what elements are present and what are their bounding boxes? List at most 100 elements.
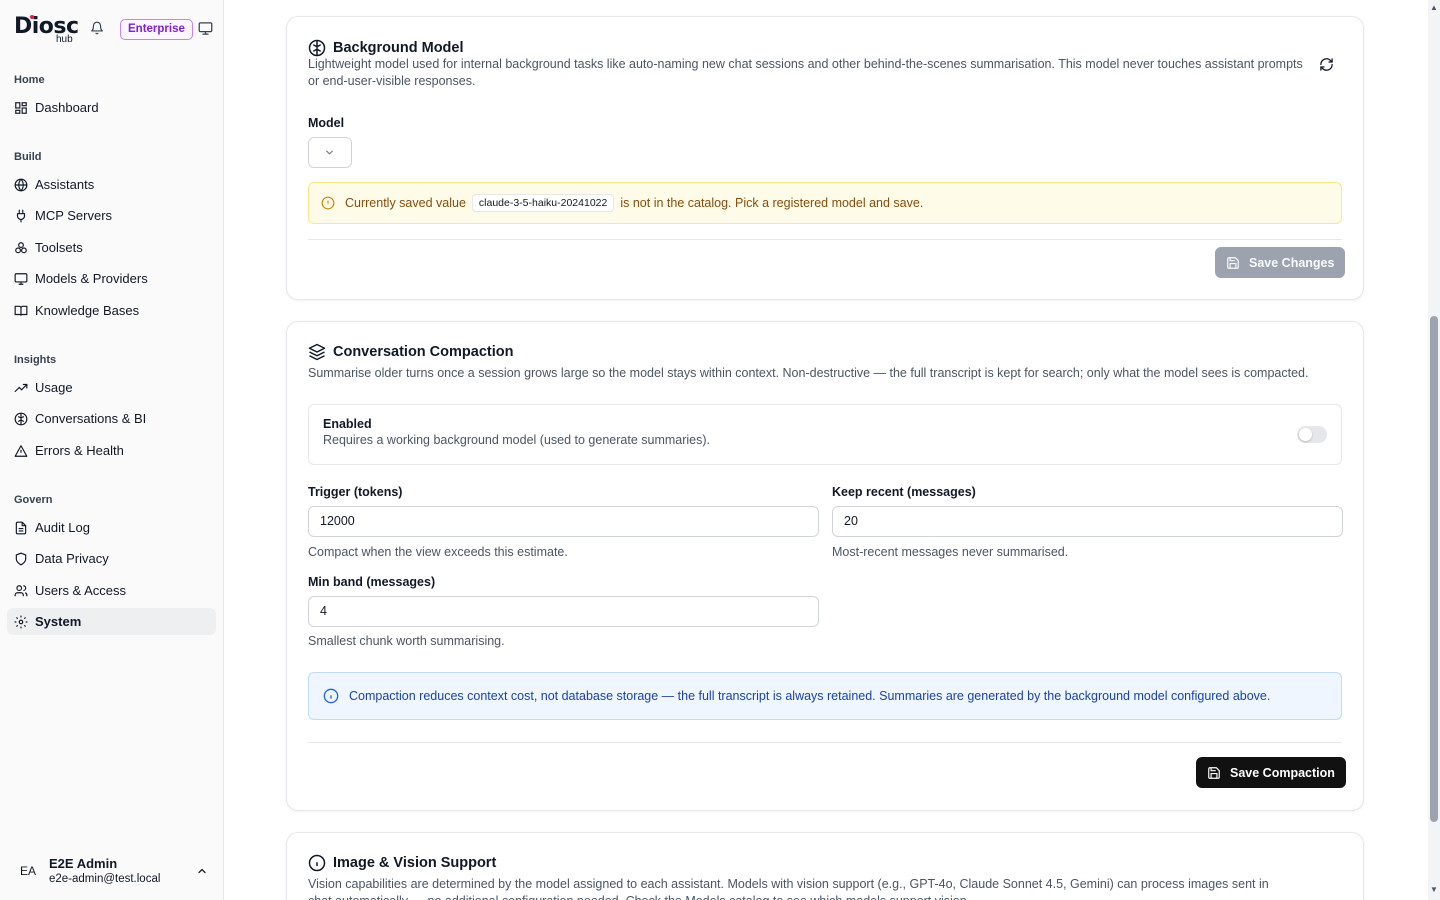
dashboard-icon [14,101,28,115]
divider [308,239,1342,240]
compaction-description: Summarise older turns once a session gro… [308,366,1309,380]
save-compaction-button[interactable]: Save Compaction [1196,757,1346,788]
bell-icon[interactable] [90,21,108,39]
keep-label: Keep recent (messages) [832,485,976,499]
enabled-setting: Enabled Requires a working background mo… [308,404,1342,465]
card-title-text: Image & Vision Support [333,855,497,871]
info-circle-icon [321,196,335,210]
sidebar-item-label: Usage [35,380,73,395]
sidebar-item-usage[interactable]: Usage [7,374,216,401]
tools-icon [14,241,28,255]
nav-group-insights: Insights [14,354,57,366]
save-compaction-label: Save Compaction [1230,765,1335,780]
user-menu[interactable]: EA E2E Admin e2e-admin@test.local [8,848,216,894]
save-icon [1226,256,1240,270]
nav-group-build: Build [14,151,42,163]
plug-icon [14,209,28,223]
enabled-label: Enabled [323,417,372,431]
saved-model-code: claude-3-5-haiku-20241022 [471,194,615,212]
trigger-help: Compact when the view exceeds this estim… [308,545,568,559]
sidebar-item-knowledge-bases[interactable]: Knowledge Bases [7,297,216,324]
save-icon [1207,766,1221,780]
brand-dot [30,15,34,19]
toggle-knob [1299,428,1312,441]
info-icon [308,854,326,872]
warning-icon [14,444,28,458]
book-icon [14,304,28,318]
sidebar-item-data-privacy[interactable]: Data Privacy [7,545,216,572]
trend-icon [14,381,28,395]
sidebar-item-label: Dashboard [35,100,99,115]
sidebar-item-dashboard[interactable]: Dashboard [7,94,216,121]
nav-group-govern: Govern [14,494,53,506]
monitor-icon[interactable] [198,21,216,39]
chevron-up-icon [196,865,208,877]
user-email: e2e-admin@test.local [49,873,161,885]
info-icon [323,688,339,704]
file-icon [14,521,28,535]
sidebar-item-models-providers[interactable]: Models & Providers [7,265,216,292]
sidebar-item-label: System [35,614,82,629]
compaction-card: Conversation Compaction Summarise older … [286,321,1364,811]
user-name: E2E Admin [49,856,118,871]
save-changes-button[interactable]: Save Changes [1215,247,1346,278]
sidebar-item-conversations-bi[interactable]: Conversations & BI [7,405,216,432]
sidebar-item-label: Toolsets [35,240,83,255]
background-model-title: Background Model [308,39,464,57]
band-input[interactable]: 4 [308,596,819,627]
sidebar-item-label: Errors & Health [35,443,124,458]
sidebar-item-label: Audit Log [35,520,90,535]
enterprise-badge: Enterprise [120,19,193,40]
sidebar-item-mcp-servers[interactable]: MCP Servers [7,202,216,229]
users-icon [14,584,28,598]
warning-prefix: Currently saved value [345,196,466,210]
trigger-label: Trigger (tokens) [308,485,403,499]
sidebar-item-assistants[interactable]: Assistants [7,171,216,198]
scroll-up-arrow[interactable]: ▲ [1430,3,1438,12]
sidebar-item-label: Knowledge Bases [35,303,140,318]
sidebar-item-label: Assistants [35,177,95,192]
scrollbar[interactable]: ▲ ▼ [1428,0,1440,900]
trigger-input[interactable]: 12000 [308,506,819,537]
sidebar-item-errors-health[interactable]: Errors & Health [7,437,216,464]
sidebar: Diosc hub Enterprise Home Dashboard Buil… [0,0,224,900]
sidebar-item-system[interactable]: System [7,608,216,635]
card-title-text: Background Model [333,40,464,56]
vision-title: Image & Vision Support [308,854,496,872]
gear-icon [14,615,28,629]
keep-input[interactable]: 20 [832,506,1343,537]
sidebar-item-label: Data Privacy [35,551,109,566]
background-model-description: Lightweight model used for internal back… [308,57,1303,88]
nav-group-home: Home [14,74,45,86]
vision-card: Image & Vision Support Vision capabiliti… [286,832,1364,900]
brand-logo[interactable]: Diosc hub [14,14,84,46]
warning-suffix: is not in the catalog. Pick a registered… [620,196,924,210]
model-select[interactable] [308,137,352,168]
enabled-help: Requires a working background model (use… [323,433,710,447]
sidebar-item-label: Models & Providers [35,271,148,286]
scroll-down-arrow[interactable]: ▼ [1430,885,1438,894]
card-title-text: Conversation Compaction [333,344,514,360]
sidebar-item-label: Conversations & BI [35,411,147,426]
sidebar-item-toolsets[interactable]: Toolsets [7,234,216,261]
sidebar-item-audit-log[interactable]: Audit Log [7,514,216,541]
globe-icon [14,178,28,192]
background-model-card: Background Model Lightweight model used … [286,16,1364,300]
sidebar-item-users-access[interactable]: Users & Access [7,577,216,604]
layers-icon [308,343,326,361]
brain-icon [14,412,28,426]
sidebar-item-label: Users & Access [35,583,127,598]
enabled-toggle[interactable] [1297,426,1327,443]
refresh-icon[interactable] [1319,57,1334,72]
compaction-title: Conversation Compaction [308,343,513,361]
brain-icon [308,39,326,57]
model-label: Model [308,116,345,130]
brand-sub: hub [56,34,73,45]
vision-description: Vision capabilities are determined by th… [308,877,1269,900]
shield-icon [14,552,28,566]
chevron-down-icon [324,147,335,158]
catalog-warning: Currently saved value claude-3-5-haiku-2… [308,182,1342,224]
divider [308,742,1342,743]
compaction-info: Compaction reduces context cost, not dat… [308,672,1342,720]
scroll-thumb[interactable] [1430,316,1438,822]
